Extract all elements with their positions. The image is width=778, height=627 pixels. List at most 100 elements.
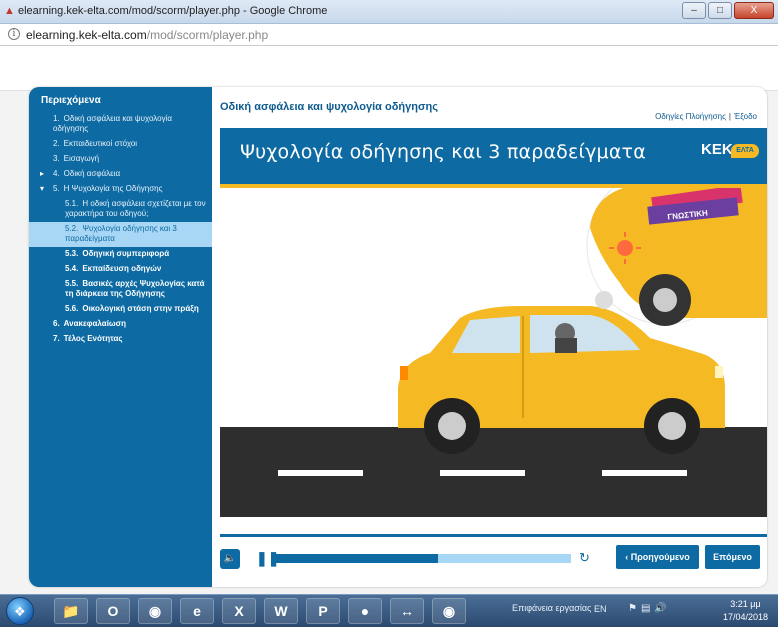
site-info-icon[interactable]: i [8,28,20,40]
toc-title: Περιεχόμενα [41,95,101,106]
start-button[interactable]: ❖ [6,597,34,625]
toc-label: Ανακεφαλαίωση [63,319,127,328]
toc-subitem-5-4[interactable]: 5.4. Εκπαίδευση οδηγών [29,262,212,277]
toc-num: 6. [53,319,60,328]
speaker-icon[interactable]: 🔈 [220,549,240,569]
toc-label: Ψυχολογία οδήγησης και 3 παραδείγματα [65,224,177,243]
toc-num: 5.6. [65,304,79,313]
file-explorer-icon[interactable]: 📁 [54,598,88,624]
lane-marking [602,470,687,476]
excel-icon[interactable]: X [222,598,256,624]
progress-fill [276,554,439,563]
network-icon[interactable]: ▤ [641,603,654,614]
address-bar[interactable]: i elearning.kek-elta.com/mod/scorm/playe… [0,24,778,46]
toc-item-3[interactable]: 3. Εισαγωγή [29,152,212,167]
previous-label: Προηγούμενο [630,552,690,562]
window-title: elearning.kek-elta.com/mod/scorm/player.… [18,5,328,17]
toc-item-5[interactable]: 5.Η Ψυχολογία της Οδήγησης [29,182,212,197]
toc-subitem-5-3[interactable]: 5.3. Οδηγική συμπεριφορά [29,247,212,262]
window-controls: – □ X [682,2,774,19]
pause-icon[interactable]: ❚❚ [256,549,279,567]
chrome-window-icon[interactable]: ◉ [432,598,466,624]
logo-main-text: KEK [701,141,733,158]
toc-label: Η οδική ασφάλεια σχετίζεται με τον χαρακ… [65,199,206,218]
windows-logo-icon: ❖ [14,604,26,619]
word-icon[interactable]: W [264,598,298,624]
teamviewer-icon[interactable]: ↔ [390,598,424,624]
toc-sidebar: Περιεχόμενα 1. Οδική ασφάλεια και ψυχολογ… [29,87,212,587]
scorm-player: Περιεχόμενα 1. Οδική ασφάλεια και ψυχολογ… [29,87,767,587]
firefox-icon[interactable]: ● [348,598,382,624]
progress-bar[interactable] [276,554,571,563]
toc-label: Εισαγωγή [63,154,100,163]
maximize-button[interactable]: □ [708,2,732,19]
volume-icon[interactable]: 🔊 [654,603,670,614]
slide-title: Ψυχολογία οδήγησης και 3 παραδείγματα [240,141,646,163]
exit-link[interactable]: Έξοδο [734,112,757,121]
toc-item-6[interactable]: 6. Ανακεφαλαίωση [29,317,212,332]
car-scene-svg: ΓΝΩΣΤΙΚΗ [220,188,767,517]
lane-marking [278,470,363,476]
link-separator: | [728,112,731,121]
close-window-button[interactable]: X [734,2,774,19]
site-favicon-icon: ▲ [4,5,15,17]
minimize-button[interactable]: – [682,2,706,19]
toc-label: Εκπαιδευτικοί στόχοι [63,139,138,148]
toc-num: 4. [53,169,60,178]
kek-elta-logo: KEK ΕΛΤΑ [701,139,759,171]
toc-item-4[interactable]: 4.Οδική ασφάλεια [29,167,212,182]
flag-icon[interactable]: ⚑ [628,603,641,614]
taskbar-clock[interactable]: 3:21 μμ 17/04/2018 [723,598,768,624]
toc-label: Τέλος Ενότητας [63,334,123,343]
language-indicator[interactable]: EN [594,604,607,614]
url-text[interactable]: elearning.kek-elta.com/mod/scorm/player.… [26,28,268,42]
toc-num: 5.5. [65,279,79,288]
previous-button[interactable]: ‹ Προηγούμενο [616,545,699,569]
toc-num: 7. [53,334,60,343]
window-titlebar: ▲ elearning.kek-elta.com/mod/scorm/playe… [0,0,778,24]
toc-label: Εκπαίδευση οδηγών [82,264,162,273]
toc-subitem-5-2[interactable]: 5.2. Ψυχολογία οδήγησης και 3 παραδείγματ… [29,222,212,247]
replay-icon[interactable]: ↻ [579,551,593,565]
toc-num: 5.1. [65,199,79,208]
course-title: Οδική ασφάλεια και ψυχολογία οδήγησης [220,101,438,113]
slide-header: Ψυχολογία οδήγησης και 3 παραδείγματα KE… [220,128,767,188]
toc-label: Η Ψυχολογία της Οδήγησης [63,184,163,193]
powerpoint-icon[interactable]: P [306,598,340,624]
toc-num: 5.2. [65,224,79,233]
player-controls: 🔈 ❚❚ ↻ ‹ Προηγούμενο Επόμενο [220,534,767,587]
clock-date: 17/04/2018 [722,612,768,622]
toc-label: Βασικές αρχές Ψυχολογίας κατά τη διάρκει… [65,279,205,298]
lane-marking [440,470,525,476]
url-host: elearning.kek-elta.com [26,28,147,42]
toc-num: 1. [53,114,60,123]
slide-illustration: ΓΝΩΣΤΙΚΗ [220,188,767,528]
header-links: Οδηγίες Πλοήγησης | Έξοδο [655,112,757,121]
toc-num: 3. [53,154,60,163]
toc-subitem-5-5[interactable]: 5.5. Βασικές αρχές Ψυχολογίας κατά τη διά… [29,277,212,302]
main-content: Οδική ασφάλεια και ψυχολογία οδήγησης Οδ… [214,87,767,587]
toc-subitem-5-6[interactable]: 5.6. Οικολογική στάση στην πράξη [29,302,212,317]
page-viewport: Περιεχόμενα 1. Οδική ασφάλεια και ψυχολογ… [0,47,778,594]
chrome-icon[interactable]: ◉ [138,598,172,624]
toc-num: 2. [53,139,60,148]
toc-item-1[interactable]: 1. Οδική ασφάλεια και ψυχολογία οδήγησης [29,112,212,137]
outlook-icon[interactable]: O [96,598,130,624]
desktop-toolbar[interactable]: Επιφάνεια εργασίας [512,603,591,613]
toc-num: 5.3. [65,249,79,258]
navigation-help-link[interactable]: Οδηγίες Πλοήγησης [655,112,726,121]
internet-explorer-icon[interactable]: e [180,598,214,624]
taskbar: ❖ 📁 O ◉ e X W P ● ↔ ◉ Επιφάνεια εργασίας… [0,594,778,627]
toc-label: Οδηγική συμπεριφορά [82,249,170,258]
toc-num: 5.4. [65,264,79,273]
url-path: /mod/scorm/player.php [146,28,269,42]
toc-label: Οικολογική στάση στην πράξη [82,304,199,313]
toc-subitem-5-1[interactable]: 5.1. Η οδική ασφάλεια σχετίζεται με τον χ… [29,197,212,222]
toc-num: 5. [53,184,60,193]
toc-item-2[interactable]: 2. Εκπαιδευτικοί στόχοι [29,137,212,152]
clock-time: 3:21 μμ [730,599,761,609]
next-button[interactable]: Επόμενο [705,545,760,569]
toc-item-7[interactable]: 7. Τέλος Ενότητας [29,332,212,347]
tray-icons[interactable]: ⚑▤🔊 [628,603,671,614]
toc-label: Οδική ασφάλεια και ψυχολογία οδήγησης [53,114,172,133]
